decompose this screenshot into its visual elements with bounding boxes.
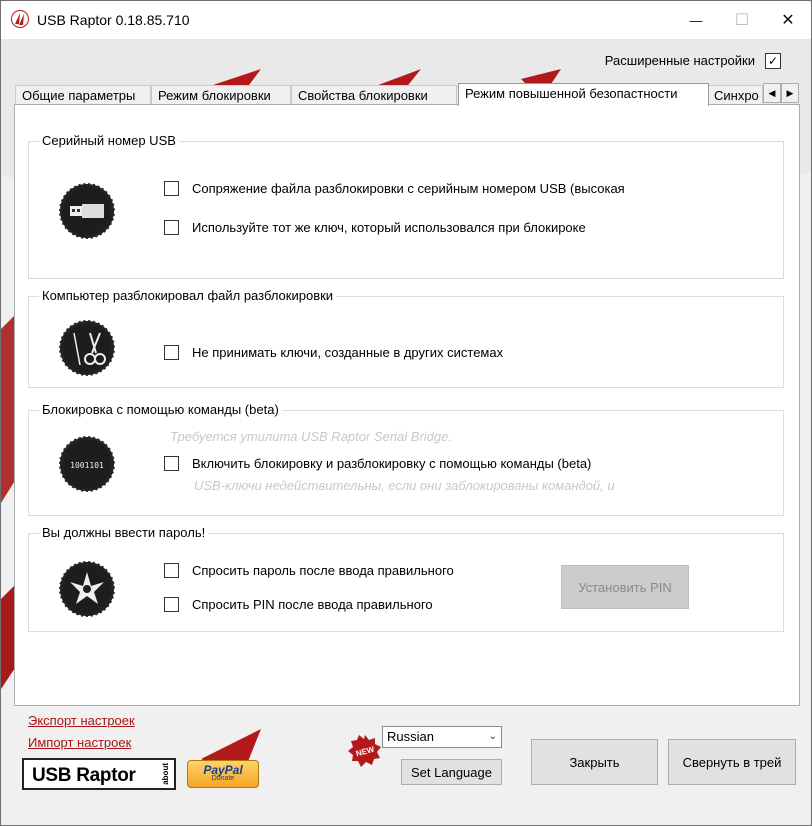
checkbox-label: Используйте тот же ключ, который использ… <box>192 220 586 235</box>
tab-general[interactable]: Общие параметры <box>15 85 151 106</box>
tab-label: Режим блокировки <box>158 88 271 103</box>
app-window: USB Raptor 0.18.85.710 — ☐ ✕ Расширенные… <box>0 0 812 826</box>
scissors-icon <box>58 319 116 377</box>
checkbox-box[interactable] <box>164 181 179 196</box>
checkbox-label: Спросить PIN после ввода правильного <box>192 597 433 612</box>
maximize-button[interactable]: ☐ <box>719 1 765 39</box>
close-window-button[interactable]: ✕ <box>765 1 811 39</box>
ask-password-checkbox[interactable]: Спросить пароль после ввода правильного <box>164 563 454 578</box>
tab-label: Общие параметры <box>22 88 136 103</box>
tab-sync[interactable]: Синхро <box>707 85 763 106</box>
checkbox-label: Сопряжение файла разблокировки с серийны… <box>192 181 625 196</box>
group-title: Блокировка с помощью команды (beta) <box>39 402 282 417</box>
checkbox-box[interactable] <box>164 220 179 235</box>
minimize-icon: — <box>689 12 703 28</box>
logo-about-text: about <box>161 763 170 785</box>
set-pin-button[interactable]: Установить PIN <box>561 565 689 609</box>
serial-bridge-hint: Требуется утилита USB Raptor Serial Brid… <box>170 429 452 444</box>
group-title: Вы должны ввести пароль! <box>39 525 209 540</box>
tab-label: Синхро <box>714 88 759 103</box>
title-bar: USB Raptor 0.18.85.710 — ☐ ✕ <box>1 1 811 39</box>
minimize-button[interactable]: — <box>673 1 719 39</box>
checkbox-box[interactable] <box>164 456 179 471</box>
arrow-right-icon: ▶ <box>786 88 794 98</box>
new-badge-icon: NEW <box>348 735 381 767</box>
group-password: Вы должны ввести пароль! Спросить пароль… <box>28 525 784 632</box>
checkbox-label: Включить блокировку и разблокировку с по… <box>192 456 592 471</box>
export-settings-link[interactable]: Экспорт настроек <box>28 713 135 728</box>
group-title: Серийный номер USB <box>39 133 179 148</box>
group-title: Компьютер разблокировал файл разблокиров… <box>39 288 337 303</box>
maximize-icon: ☐ <box>734 12 750 29</box>
set-language-button[interactable]: Set Language <box>401 759 502 785</box>
tab-scroll-left-button[interactable]: ◀ <box>763 83 781 103</box>
raptor-icon <box>58 560 116 618</box>
usb-raptor-about-logo[interactable]: USB Raptor about <box>22 758 176 790</box>
ask-pin-checkbox[interactable]: Спросить PIN после ввода правильного <box>164 597 433 612</box>
window-title: USB Raptor 0.18.85.710 <box>37 12 190 28</box>
reject-foreign-keys-checkbox[interactable]: Не принимать ключи, созданные в других с… <box>164 345 503 360</box>
checkbox-label: Спросить пароль после ввода правильного <box>192 563 454 578</box>
arrow-left-icon: ◀ <box>768 88 776 98</box>
tab-scroll-right-button[interactable]: ▶ <box>781 83 799 103</box>
advanced-settings-label: Расширенные настройки <box>604 53 755 68</box>
group-usb-serial: Серийный номер USB Сопряжение файла разб… <box>28 133 784 279</box>
language-select[interactable]: Russian ⌄ <box>382 726 502 748</box>
checkbox-box[interactable] <box>164 345 179 360</box>
same-key-checkbox[interactable]: Используйте тот же ключ, который использ… <box>164 220 586 235</box>
usb-drive-icon <box>58 182 116 240</box>
close-button[interactable]: Закрыть <box>531 739 658 785</box>
command-lock-checkbox[interactable]: Включить блокировку и разблокировку с по… <box>164 456 591 471</box>
advanced-settings-checkbox[interactable]: ✓ <box>765 53 781 69</box>
tab-lock-properties[interactable]: Свойства блокировки <box>291 85 457 106</box>
checkbox-box[interactable] <box>164 597 179 612</box>
raptor-claw-app-icon <box>11 10 29 28</box>
close-icon: ✕ <box>781 12 795 29</box>
group-command-lock: Блокировка с помощью команды (beta) 1001… <box>28 402 784 516</box>
binary-icon: 1001101 <box>58 435 116 493</box>
paypal-donate-text: Donate <box>211 775 235 782</box>
chevron-down-icon: ⌄ <box>488 731 497 742</box>
minimize-to-tray-button[interactable]: Свернуть в трей <box>668 739 796 785</box>
logo-text: USB Raptor <box>32 765 136 786</box>
checkmark-icon: ✓ <box>767 54 779 68</box>
binary-icon-text: 1001101 <box>70 461 104 470</box>
pair-serial-checkbox[interactable]: Сопряжение файла разблокировки с серийны… <box>164 181 625 196</box>
language-select-value: Russian <box>387 729 434 744</box>
checkbox-box[interactable] <box>164 563 179 578</box>
group-computer-unlock: Компьютер разблокировал файл разблокиров… <box>28 288 784 388</box>
checkbox-label: Не принимать ключи, созданные в других с… <box>192 345 504 360</box>
tab-lock-mode[interactable]: Режим блокировки <box>151 85 291 106</box>
import-settings-link[interactable]: Импорт настроек <box>28 735 131 750</box>
tab-panel-high-security: Серийный номер USB Сопряжение файла разб… <box>14 104 800 706</box>
command-lock-note: USB-ключи недействительны, если они забл… <box>194 478 615 493</box>
tab-high-security[interactable]: Режим повышенной безопастности <box>458 83 709 106</box>
tab-label: Режим повышенной безопастности <box>465 86 678 101</box>
paypal-donate-button[interactable]: PayPal Donate <box>187 760 259 788</box>
tab-label: Свойства блокировки <box>298 88 428 103</box>
